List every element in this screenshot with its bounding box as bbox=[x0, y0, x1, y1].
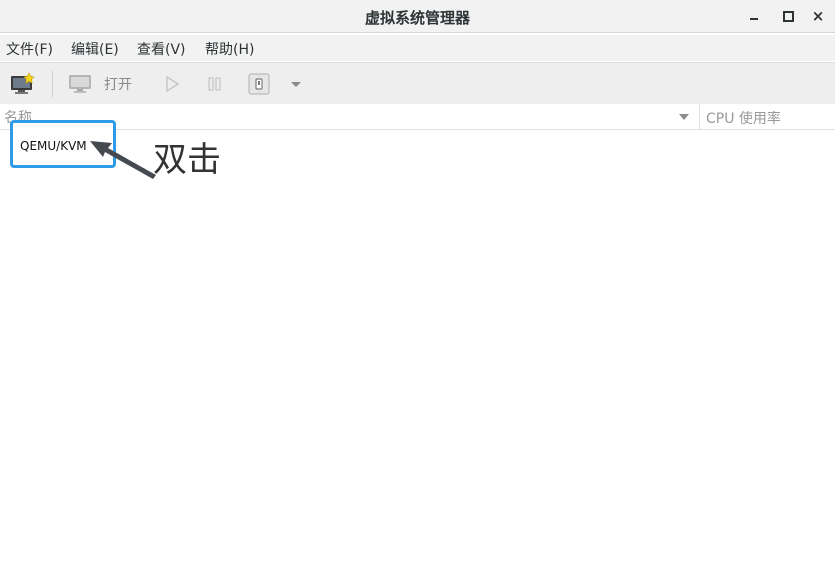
open-button[interactable]: 打开 bbox=[68, 71, 132, 97]
menu-file[interactable]: 文件(F) bbox=[6, 39, 53, 59]
connection-name: QEMU/KVM bbox=[20, 139, 87, 153]
maximize-icon bbox=[782, 10, 794, 22]
shutdown-menu-button[interactable] bbox=[290, 71, 302, 97]
run-button[interactable] bbox=[163, 71, 181, 97]
maximize-button[interactable] bbox=[778, 6, 798, 26]
menu-edit[interactable]: 编辑(E) bbox=[71, 39, 119, 59]
title-bar: 虚拟系统管理器 × bbox=[0, 0, 835, 33]
monitor-icon bbox=[69, 75, 91, 93]
annotation-arrow-icon bbox=[90, 141, 156, 179]
virt-manager-window: 虚拟系统管理器 × 文件(F) 编辑(E) 查看(V) 帮助(H) 打开 名称 … bbox=[0, 0, 835, 585]
column-header-cpu-usage[interactable]: CPU 使用率 bbox=[706, 108, 781, 128]
play-icon bbox=[166, 75, 180, 93]
menu-view[interactable]: 查看(V) bbox=[137, 39, 186, 59]
column-divider[interactable] bbox=[699, 104, 700, 129]
shutdown-button[interactable] bbox=[248, 71, 270, 97]
toolbar: 打开 bbox=[0, 62, 835, 104]
new-connection-button[interactable] bbox=[10, 71, 36, 97]
window-title: 虚拟系统管理器 bbox=[364, 9, 470, 27]
sort-arrow-icon[interactable] bbox=[679, 114, 689, 120]
minimize-button[interactable] bbox=[744, 6, 764, 26]
pause-icon bbox=[208, 77, 221, 91]
open-button-label: 打开 bbox=[104, 77, 132, 93]
toolbar-separator bbox=[52, 71, 53, 97]
menu-bar: 文件(F) 编辑(E) 查看(V) 帮助(H) bbox=[0, 35, 835, 61]
menu-help[interactable]: 帮助(H) bbox=[205, 39, 254, 59]
power-icon bbox=[248, 73, 270, 95]
new-connection-monitor-icon bbox=[11, 72, 35, 94]
close-icon: × bbox=[811, 6, 825, 25]
pause-button[interactable] bbox=[206, 71, 224, 97]
list-column-header: 名称 CPU 使用率 bbox=[0, 104, 835, 130]
minimize-icon bbox=[750, 18, 758, 20]
dropdown-arrow-icon bbox=[291, 82, 301, 87]
annotation-double-click-text: 双击 bbox=[153, 140, 221, 180]
close-button[interactable]: × bbox=[808, 6, 828, 26]
